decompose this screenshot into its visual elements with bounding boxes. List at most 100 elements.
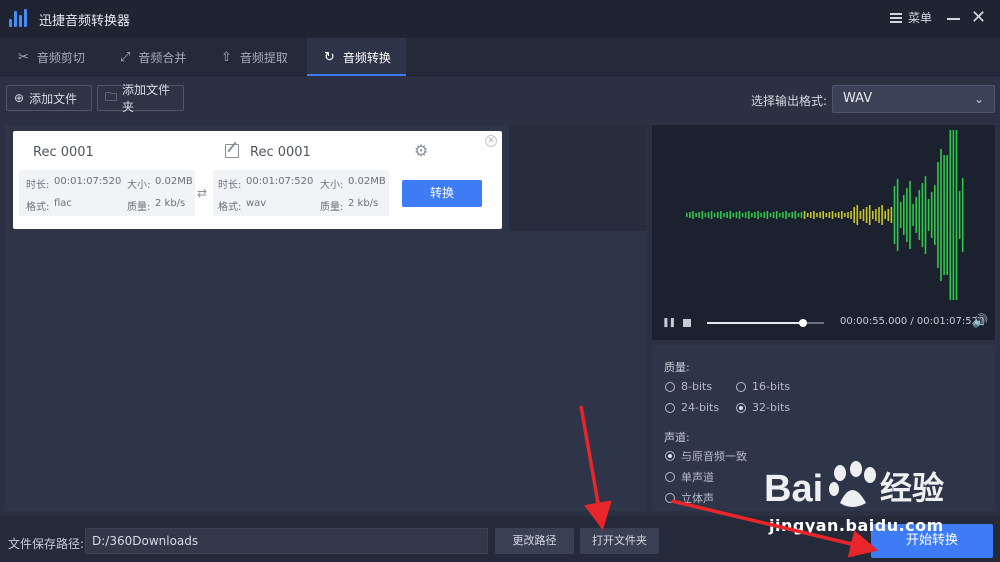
tab-label: 音频合并 — [138, 50, 187, 65]
shuffle-arrow-icon: ⇄ — [197, 186, 208, 200]
waveform-bar — [729, 211, 731, 219]
tab-audio-convert[interactable]: ↻ 音频转换 — [307, 38, 406, 76]
tab-label: 音频提取 — [239, 50, 288, 65]
open-folder-button[interactable]: 打开文件夹 — [580, 528, 659, 554]
quality-radio-16bits[interactable]: 16-bits — [736, 380, 790, 393]
seek-bar-handle[interactable] — [798, 319, 807, 327]
waveform-bar — [692, 211, 694, 219]
waveform-bar — [707, 212, 710, 218]
radio-icon — [665, 472, 675, 482]
waveform-bar — [853, 207, 855, 223]
waveform-bar — [844, 213, 846, 217]
player-controls: ❚❚ 00:00:55.000 / 00:01:07:520 🔊 — [652, 307, 995, 340]
audio-player: ❚❚ 00:00:55.000 / 00:01:07:520 🔊 — [652, 125, 995, 340]
save-path-label: 文件保存路径: — [8, 537, 85, 551]
waveform-bar — [927, 199, 930, 231]
seek-bar[interactable] — [707, 319, 824, 327]
waveform-bar — [834, 213, 837, 217]
quality-radio-8bits[interactable]: 8-bits — [665, 380, 712, 393]
source-quality-label: 质量: — [127, 202, 151, 213]
tab-audio-extract[interactable]: ⇧ 音频提取 — [221, 38, 309, 76]
merge-icon: ⤢ — [120, 49, 131, 65]
channel-label: 声道: — [664, 431, 690, 444]
tab-label: 音频转换 — [342, 50, 391, 65]
waveform-bar — [760, 213, 762, 217]
radio-label: 24-bits — [681, 401, 720, 414]
waveform-bar — [918, 190, 921, 240]
waveform-bar — [686, 213, 688, 217]
waveform-bar — [837, 212, 840, 218]
stop-icon[interactable] — [683, 319, 691, 327]
file-list: Rec 0001 Rec 0001 ⚙ ✕ 时长: 00:01:07:520 大… — [5, 125, 646, 511]
waveform-bar — [766, 211, 769, 219]
target-duration: 00:01:07:520 — [246, 176, 314, 187]
waveform-bar — [884, 211, 886, 219]
source-format-label: 格式: — [26, 202, 50, 213]
waveform-bar — [806, 213, 809, 217]
output-format-select[interactable]: WAV ⌄ — [832, 85, 995, 113]
file-card[interactable]: Rec 0001 Rec 0001 ⚙ ✕ 时长: 00:01:07:520 大… — [13, 131, 502, 229]
volume-icon[interactable]: 🔊 — [972, 314, 988, 329]
waveform-bar — [751, 213, 753, 217]
target-quality-label: 质量: — [320, 202, 344, 213]
waveform-bar — [720, 211, 722, 219]
source-file-name: Rec 0001 — [33, 145, 94, 160]
quality-radio-24bits[interactable]: 24-bits — [665, 401, 719, 414]
minimize-icon[interactable] — [947, 18, 960, 20]
waveform-bar — [856, 205, 859, 225]
radio-label: 32-bits — [752, 401, 791, 414]
save-path-input[interactable]: D:/360Downloads — [85, 528, 488, 554]
waveform-bar — [723, 213, 725, 217]
waveform-bar — [896, 179, 899, 251]
add-folder-label: 添加文件夹 — [122, 83, 171, 114]
waveform-bar — [958, 191, 961, 239]
waveform-bar — [785, 211, 787, 219]
waveform-bar — [903, 195, 905, 235]
channel-radio-mono[interactable]: 单声道 — [665, 469, 714, 485]
waveform-bar — [748, 211, 750, 219]
waveform-bar — [782, 212, 784, 218]
tab-audio-cut[interactable]: ✂ 音频剪切 — [18, 38, 106, 76]
channel-radio-stereo[interactable]: 立体声 — [665, 490, 714, 506]
source-size-label: 大小: — [127, 180, 151, 191]
waveform-bar — [741, 213, 744, 217]
waveform-bar — [915, 197, 917, 233]
target-info: 时长: 00:01:07:520 大小: 0.02MB 格式: wav 质量: … — [213, 170, 389, 216]
waveform-bar — [794, 211, 797, 219]
radio-icon — [665, 493, 675, 503]
edit-icon[interactable] — [225, 144, 239, 158]
add-folder-button[interactable]: 🗀 添加文件夹 — [97, 83, 184, 114]
radio-icon — [665, 402, 675, 413]
waveform-bar — [713, 213, 716, 217]
tab-audio-merge[interactable]: ⤢ 音频合并 — [120, 38, 208, 76]
target-size: 0.02MB — [348, 176, 386, 187]
file-list-empty-slot — [509, 125, 646, 231]
waveform-bar — [803, 211, 806, 219]
extract-icon: ⇧ — [221, 49, 232, 65]
waveform-bar — [909, 181, 911, 249]
waveform-bar — [800, 212, 803, 218]
waveform-bar — [704, 213, 707, 217]
radio-label: 16-bits — [752, 380, 791, 393]
waveform-bar — [717, 212, 719, 218]
quality-radio-32bits[interactable]: 32-bits — [736, 401, 790, 414]
target-format-label: 格式: — [218, 202, 242, 213]
gear-icon[interactable]: ⚙ — [414, 141, 428, 160]
target-quality: 2 kb/s — [348, 198, 379, 209]
waveform-bar — [872, 211, 874, 219]
source-quality: 2 kb/s — [155, 198, 186, 209]
app-title: 迅捷音频转换器 — [39, 14, 131, 29]
remove-file-icon[interactable]: ✕ — [485, 135, 497, 147]
close-window-icon[interactable]: ✕ — [971, 8, 986, 28]
waveform-bar — [921, 183, 924, 247]
waveform-bar — [961, 178, 964, 252]
add-file-button[interactable]: ⊕ 添加文件 — [6, 85, 92, 111]
waveform-bar — [906, 188, 908, 242]
pause-icon[interactable]: ❚❚ — [662, 318, 676, 328]
convert-button[interactable]: 转换 — [402, 180, 482, 207]
channel-radio-original[interactable]: 与原音频一致 — [665, 448, 747, 464]
waveform-bar — [881, 205, 883, 225]
menu-button[interactable]: 菜单 — [890, 9, 932, 26]
change-path-button[interactable]: 更改路径 — [495, 528, 574, 554]
svg-text:Bai: Bai — [764, 468, 823, 510]
